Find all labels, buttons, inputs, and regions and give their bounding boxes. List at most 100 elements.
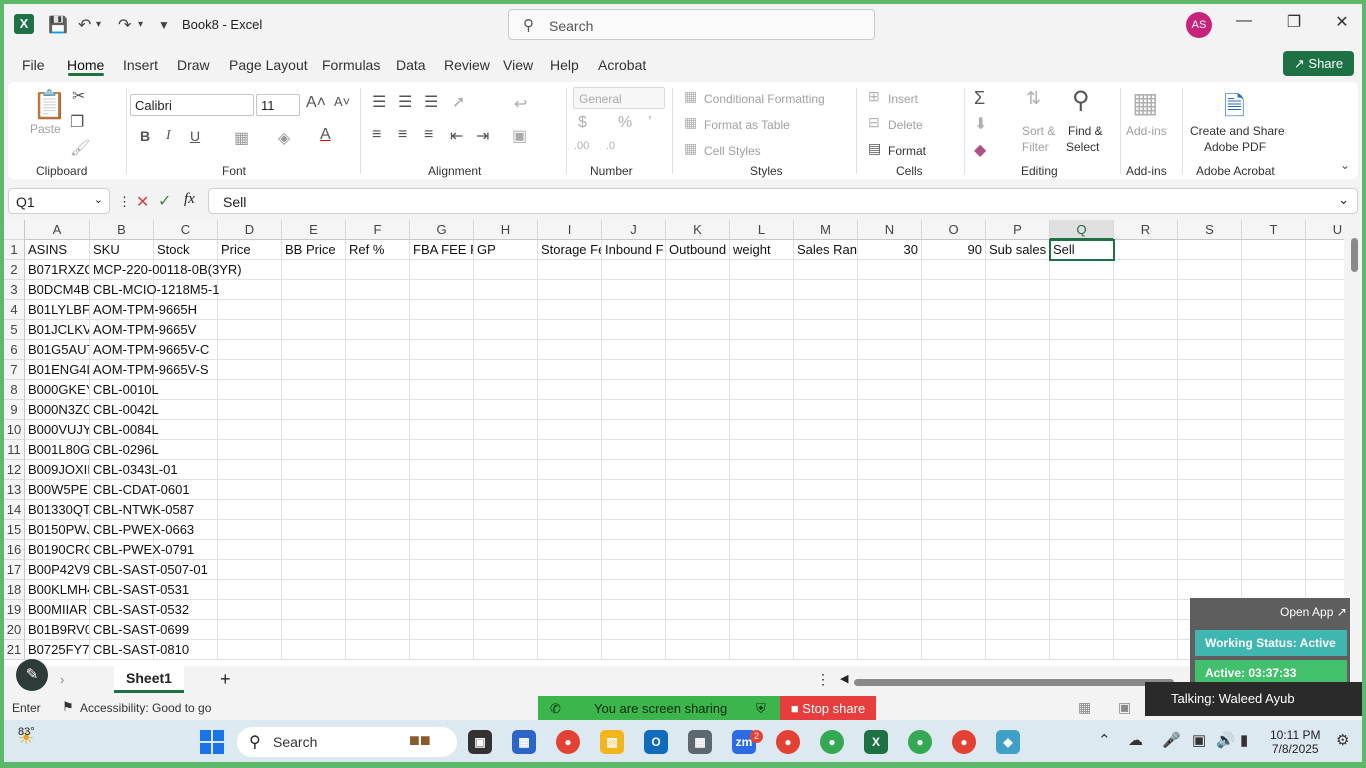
table-cell[interactable]: B0190CRO bbox=[25, 540, 90, 560]
table-cell[interactable] bbox=[474, 500, 538, 520]
table-cell[interactable]: CBL-0296L bbox=[90, 440, 159, 460]
table-cell[interactable] bbox=[730, 480, 794, 500]
table-cell[interactable] bbox=[474, 460, 538, 480]
store-icon[interactable]: ▦ bbox=[512, 730, 536, 754]
table-cell[interactable] bbox=[922, 280, 986, 300]
column-header[interactable]: E bbox=[282, 220, 346, 240]
table-cell[interactable] bbox=[794, 540, 858, 560]
table-cell[interactable]: AOM-TPM-9665V-S bbox=[90, 360, 209, 380]
table-cell[interactable] bbox=[794, 260, 858, 280]
table-cell[interactable] bbox=[218, 440, 282, 460]
currency-icon[interactable]: $ bbox=[578, 114, 587, 132]
insert-cells-button[interactable]: Insert bbox=[888, 92, 918, 106]
table-cell[interactable] bbox=[666, 640, 730, 660]
header-cell[interactable] bbox=[1114, 240, 1178, 260]
table-cell[interactable]: B0150PWJ bbox=[25, 520, 90, 540]
sheet-tab[interactable]: Sheet1 bbox=[114, 666, 184, 693]
table-cell[interactable] bbox=[986, 540, 1050, 560]
format-as-table-button[interactable]: Format as Table bbox=[704, 118, 790, 132]
table-cell[interactable] bbox=[1050, 420, 1114, 440]
row-header[interactable]: 5 bbox=[4, 320, 25, 340]
table-cell[interactable] bbox=[282, 640, 346, 660]
increase-decimal-icon[interactable]: .00 bbox=[574, 140, 589, 152]
sheet-nav-right-icon[interactable]: › bbox=[60, 672, 64, 687]
table-cell[interactable] bbox=[410, 540, 474, 560]
table-cell[interactable] bbox=[474, 320, 538, 340]
horizontal-scrollbar[interactable] bbox=[854, 679, 1174, 686]
table-cell[interactable] bbox=[986, 520, 1050, 540]
table-cell[interactable] bbox=[730, 300, 794, 320]
table-cell[interactable] bbox=[218, 320, 282, 340]
table-cell[interactable] bbox=[1114, 280, 1178, 300]
table-cell[interactable] bbox=[410, 620, 474, 640]
table-cell[interactable] bbox=[346, 640, 410, 660]
table-cell[interactable] bbox=[794, 580, 858, 600]
table-cell[interactable] bbox=[1050, 500, 1114, 520]
table-cell[interactable] bbox=[1178, 300, 1242, 320]
row-header[interactable]: 7 bbox=[4, 360, 25, 380]
table-cell[interactable] bbox=[666, 320, 730, 340]
weather-temp[interactable]: 83° bbox=[18, 726, 35, 738]
table-cell[interactable] bbox=[1242, 420, 1306, 440]
table-cell[interactable] bbox=[1306, 320, 1344, 340]
table-cell[interactable] bbox=[858, 400, 922, 420]
table-cell[interactable] bbox=[794, 500, 858, 520]
vertical-scrollbar[interactable] bbox=[1348, 220, 1362, 666]
volume-icon[interactable]: 🔊 bbox=[1216, 731, 1235, 749]
table-cell[interactable]: MCP-220-00118-0B(3YR) bbox=[90, 260, 242, 280]
table-cell[interactable] bbox=[538, 320, 602, 340]
table-cell[interactable]: CBL-MCIO-1218M5-1 bbox=[90, 280, 219, 300]
column-header[interactable]: F bbox=[346, 220, 410, 240]
table-cell[interactable]: AOM-TPM-9665H bbox=[90, 300, 197, 320]
search-input[interactable]: ⚲ Search bbox=[508, 9, 875, 40]
find-select-label-2[interactable]: Select bbox=[1066, 140, 1099, 154]
table-cell[interactable] bbox=[730, 600, 794, 620]
table-cell[interactable] bbox=[986, 620, 1050, 640]
table-cell[interactable] bbox=[218, 460, 282, 480]
table-cell[interactable]: B00W5PE bbox=[25, 480, 90, 500]
table-cell[interactable] bbox=[858, 280, 922, 300]
table-cell[interactable] bbox=[858, 340, 922, 360]
table-cell[interactable] bbox=[602, 600, 666, 620]
table-cell[interactable] bbox=[602, 560, 666, 580]
table-cell[interactable] bbox=[1306, 380, 1344, 400]
table-cell[interactable] bbox=[1050, 480, 1114, 500]
table-cell[interactable]: CBL-NTWK-0587 bbox=[90, 500, 194, 520]
table-cell[interactable] bbox=[1306, 400, 1344, 420]
create-share-pdf-label-1[interactable]: Create and Share bbox=[1190, 124, 1285, 138]
increase-font-icon[interactable]: A˄ bbox=[306, 94, 326, 112]
column-header[interactable]: D bbox=[218, 220, 282, 240]
table-cell[interactable] bbox=[986, 560, 1050, 580]
column-header[interactable]: C bbox=[154, 220, 218, 240]
table-cell[interactable] bbox=[1242, 260, 1306, 280]
table-cell[interactable] bbox=[922, 540, 986, 560]
tab-page-layout[interactable]: Page Layout bbox=[229, 57, 308, 73]
header-cell[interactable] bbox=[1306, 240, 1344, 260]
table-cell[interactable] bbox=[1242, 340, 1306, 360]
table-cell[interactable] bbox=[538, 300, 602, 320]
italic-icon[interactable]: I bbox=[166, 128, 171, 144]
table-cell[interactable] bbox=[1178, 340, 1242, 360]
column-header[interactable]: N bbox=[858, 220, 922, 240]
table-cell[interactable] bbox=[346, 500, 410, 520]
table-cell[interactable] bbox=[986, 360, 1050, 380]
header-cell[interactable] bbox=[1178, 240, 1242, 260]
table-cell[interactable] bbox=[730, 640, 794, 660]
table-cell[interactable] bbox=[858, 580, 922, 600]
cancel-icon[interactable]: ✕ bbox=[136, 192, 149, 212]
table-cell[interactable] bbox=[794, 420, 858, 440]
column-header[interactable]: J bbox=[602, 220, 666, 240]
table-cell[interactable] bbox=[730, 400, 794, 420]
column-header[interactable]: Q bbox=[1050, 220, 1114, 240]
table-cell[interactable] bbox=[410, 580, 474, 600]
table-cell[interactable] bbox=[1114, 360, 1178, 380]
table-cell[interactable] bbox=[410, 600, 474, 620]
table-cell[interactable] bbox=[218, 620, 282, 640]
column-header[interactable]: A bbox=[25, 220, 90, 240]
table-cell[interactable] bbox=[282, 420, 346, 440]
column-header[interactable]: T bbox=[1242, 220, 1306, 240]
table-cell[interactable] bbox=[538, 260, 602, 280]
undo-icon[interactable]: ↶ bbox=[78, 15, 91, 35]
table-cell[interactable] bbox=[474, 340, 538, 360]
table-cell[interactable] bbox=[1178, 260, 1242, 280]
